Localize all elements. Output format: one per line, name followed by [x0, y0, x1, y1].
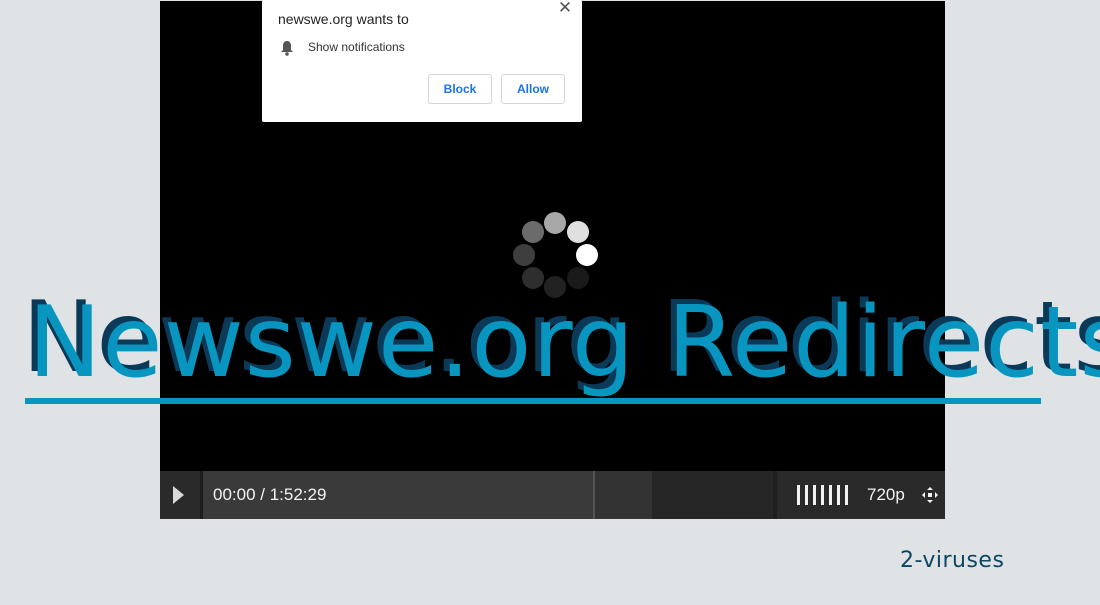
unbuffered-segment	[652, 471, 773, 519]
seek-bar[interactable]: 00:00 / 1:52:29	[203, 471, 773, 519]
site-watermark: 2-viruses	[900, 548, 1005, 573]
close-icon[interactable]: ✕	[557, 0, 573, 16]
headline-underline	[25, 398, 1041, 404]
player-controls: 00:00 / 1:52:29 720p	[160, 471, 945, 519]
fullscreen-icon[interactable]	[922, 487, 938, 503]
right-controls: 720p	[777, 471, 945, 519]
permission-label: Show notifications	[308, 40, 405, 54]
play-icon	[173, 486, 184, 504]
block-button[interactable]: Block	[428, 74, 492, 104]
notification-permission-popup: newswe.org wants to ✕ Show notifications…	[262, 0, 582, 122]
play-button[interactable]	[160, 471, 200, 519]
quality-selector[interactable]: 720p	[867, 485, 905, 505]
bell-icon	[281, 41, 293, 56]
buffered-segment	[593, 471, 654, 519]
popup-title: newswe.org wants to	[278, 11, 409, 27]
time-display: 00:00 / 1:52:29	[213, 485, 327, 504]
allow-button[interactable]: Allow	[501, 74, 565, 104]
headline-title: Newswe.org Redirects	[28, 286, 1100, 400]
volume-bars-icon[interactable]	[797, 485, 849, 505]
